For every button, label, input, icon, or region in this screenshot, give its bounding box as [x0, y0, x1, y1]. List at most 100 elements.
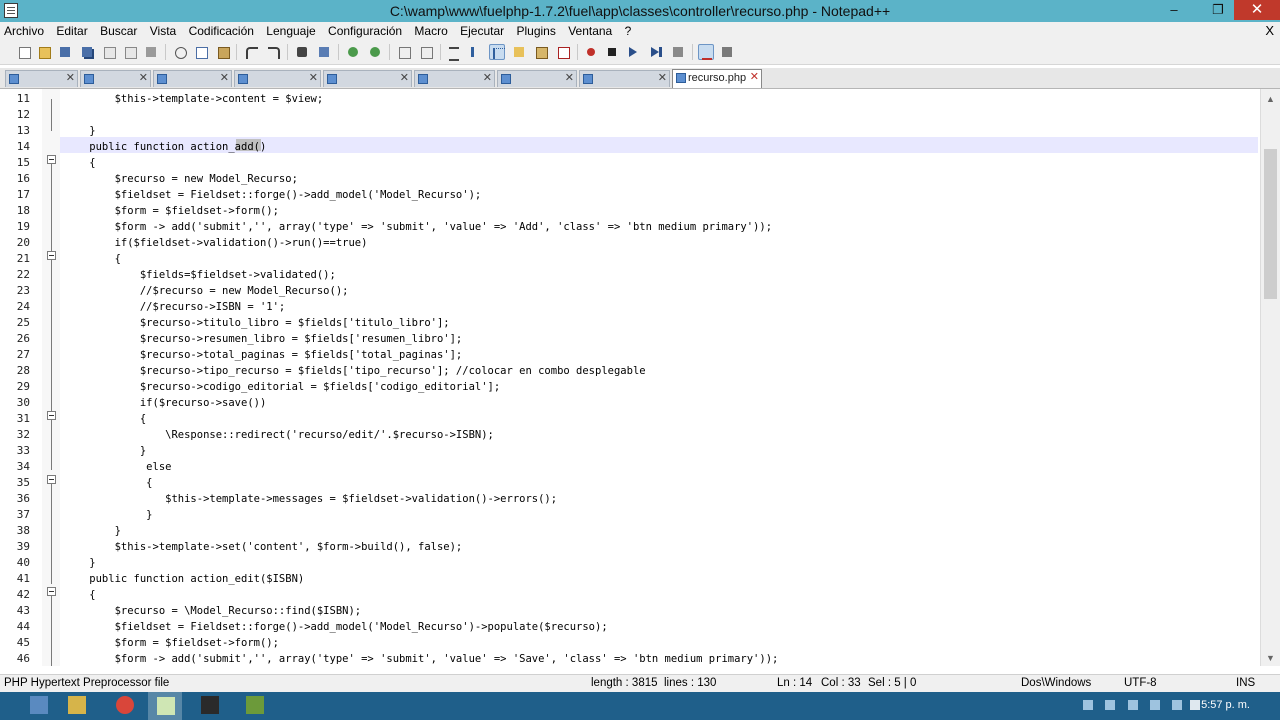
sync-h-icon[interactable]	[418, 44, 434, 60]
tab-file[interactable]: ✕	[579, 70, 670, 87]
code-line[interactable]: //$recurso = new Model_Recurso();	[64, 285, 349, 297]
redo-icon[interactable]	[265, 44, 281, 60]
menu-buscar[interactable]: Buscar	[96, 22, 142, 38]
tab-file[interactable]: ✕	[234, 70, 321, 87]
wamp-icon[interactable]	[246, 696, 264, 714]
zoom-in-icon[interactable]	[345, 44, 361, 60]
save-macro-icon[interactable]	[670, 44, 686, 60]
tab-close-icon[interactable]: ✕	[750, 70, 759, 83]
fold-toggle[interactable]	[47, 587, 56, 596]
code-line[interactable]: $this->template->messages = $fieldset->v…	[64, 493, 557, 505]
code-line[interactable]: else	[64, 461, 171, 473]
wrap-icon[interactable]	[446, 44, 462, 61]
code-line[interactable]: $fields=$fieldset->validated();	[64, 269, 336, 281]
copy-icon[interactable]	[193, 44, 209, 60]
menu-editar[interactable]: Editar	[52, 22, 92, 38]
menu-help[interactable]: ?	[621, 22, 637, 38]
code-line[interactable]: $form -> add('submit','', array('type' =…	[64, 221, 772, 233]
start-icon[interactable]	[30, 696, 48, 714]
tab-file[interactable]: ✕	[153, 70, 232, 87]
code-line[interactable]: public function action_add()	[64, 141, 266, 153]
play-multi-icon[interactable]	[648, 44, 664, 60]
code-line[interactable]: if($recurso->save())	[64, 397, 266, 409]
terminal-icon[interactable]	[201, 696, 219, 714]
code-line[interactable]: }	[64, 125, 95, 137]
menu-codificacion[interactable]: Codificación	[185, 22, 259, 38]
code-line[interactable]: }	[64, 509, 152, 521]
tab-file[interactable]: ✕	[323, 70, 412, 87]
code-line[interactable]: $form = $fieldset->form();	[64, 637, 279, 649]
indent-guide-icon[interactable]	[489, 44, 505, 60]
tab-close-icon[interactable]: ✕	[220, 71, 229, 84]
tab-close-icon[interactable]: ✕	[66, 71, 75, 84]
menu-ventana[interactable]: Ventana	[564, 22, 617, 38]
code-line[interactable]: {	[64, 253, 121, 265]
scroll-up-arrow-icon[interactable]: ▲	[1266, 94, 1275, 104]
tab-close-icon[interactable]: ✕	[565, 71, 574, 84]
code-line[interactable]: }	[64, 445, 146, 457]
tab-close-icon[interactable]: ✕	[483, 71, 492, 84]
code-line[interactable]: }	[64, 557, 95, 569]
tray-icon[interactable]	[1105, 700, 1115, 710]
code-line[interactable]: $this->template->set('content', $form->b…	[64, 541, 463, 553]
menu-lenguaje[interactable]: Lenguaje	[262, 22, 320, 38]
tab-close-icon[interactable]: ✕	[658, 71, 667, 84]
code-line[interactable]: $recurso->titulo_libro = $fields['titulo…	[64, 317, 450, 329]
open-icon[interactable]	[36, 44, 52, 60]
tab-file[interactable]: ✕	[5, 70, 78, 87]
scroll-down-arrow-icon[interactable]: ▼	[1266, 653, 1275, 663]
menu-plugins[interactable]: Plugins	[512, 22, 560, 38]
print-icon[interactable]	[143, 44, 159, 60]
fold-toggle[interactable]	[47, 155, 56, 164]
code-line[interactable]: {	[64, 413, 146, 425]
close-document-button[interactable]: X	[1265, 23, 1274, 38]
close-icon[interactable]	[101, 44, 117, 60]
tab-close-icon[interactable]: ✕	[309, 71, 318, 84]
code-line[interactable]: $recurso->total_paginas = $fields['total…	[64, 349, 462, 361]
volume-icon[interactable]	[1190, 700, 1200, 710]
code-line[interactable]: $fieldset = Fieldset::forge()->add_model…	[64, 621, 608, 633]
vertical-scrollbar[interactable]: ▲ ▼	[1260, 89, 1280, 666]
code-line[interactable]: {	[64, 589, 95, 601]
save-all-icon[interactable]	[79, 44, 95, 60]
zoom-out-icon[interactable]	[367, 44, 383, 60]
maximize-button[interactable]: ❐	[1204, 0, 1232, 20]
network-icon[interactable]	[1172, 700, 1182, 710]
code-line[interactable]: $recurso = \Model_Recurso::find($ISBN);	[64, 605, 362, 617]
folder-icon[interactable]	[511, 44, 527, 60]
code-line[interactable]: $recurso->codigo_editorial = $fields['co…	[64, 381, 500, 393]
code-line[interactable]: $fieldset = Fieldset::forge()->add_model…	[64, 189, 482, 201]
code-line[interactable]: $recurso->resumen_libro = $fields['resum…	[64, 333, 462, 345]
new-file-icon[interactable]	[16, 44, 32, 60]
menu-archivo[interactable]: Archivo	[0, 22, 49, 38]
fold-toggle[interactable]	[47, 475, 56, 484]
minimize-button[interactable]: –	[1160, 0, 1188, 20]
plugin-icon[interactable]	[719, 44, 735, 60]
paste-icon[interactable]	[215, 44, 231, 60]
chrome-icon[interactable]	[116, 696, 134, 714]
code-line[interactable]: {	[64, 157, 95, 169]
tab-recurso-php[interactable]: recurso.php ✕	[672, 69, 762, 88]
fold-toggle[interactable]	[47, 411, 56, 420]
record-icon[interactable]	[583, 44, 599, 60]
code-line[interactable]: if($fieldset->validation()->run()==true)	[64, 237, 368, 249]
stop-icon[interactable]	[604, 44, 620, 60]
doc-map-icon[interactable]	[533, 44, 549, 60]
close-all-icon[interactable]	[122, 44, 138, 60]
code-line[interactable]: $form = $fieldset->form();	[64, 205, 279, 217]
tray-icon[interactable]	[1083, 700, 1093, 710]
code-line[interactable]: \Response::redirect('recurso/edit/'.$rec…	[64, 429, 494, 441]
save-icon[interactable]	[57, 44, 73, 60]
menu-configuracion[interactable]: Configuración	[324, 22, 407, 38]
tab-close-icon[interactable]: ✕	[400, 71, 409, 84]
code-line[interactable]: $form -> add('submit','', array('type' =…	[64, 653, 779, 665]
tab-close-icon[interactable]: ✕	[139, 71, 148, 84]
code-line[interactable]: public function action_edit($ISBN)	[64, 573, 304, 585]
code-line[interactable]: }	[64, 525, 121, 537]
code-line[interactable]: $recurso = new Model_Recurso;	[64, 173, 298, 185]
code-line[interactable]: {	[64, 477, 152, 489]
tab-file[interactable]: ✕	[414, 70, 495, 87]
code-line[interactable]: $recurso->tipo_recurso = $fields['tipo_r…	[64, 365, 646, 377]
play-icon[interactable]	[626, 44, 642, 60]
tray-icon[interactable]	[1128, 700, 1138, 710]
